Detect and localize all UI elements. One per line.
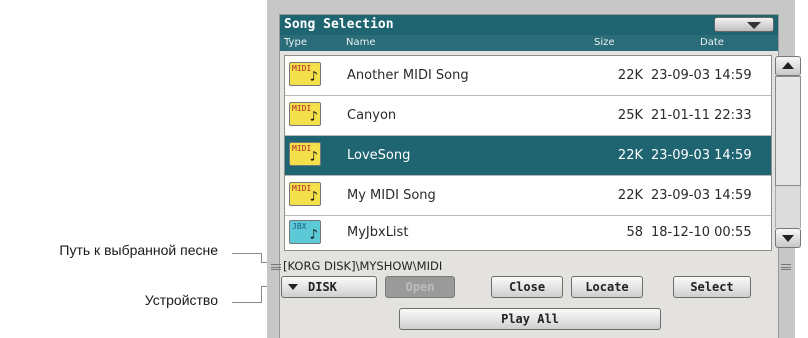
grip-right-icon <box>781 264 791 270</box>
file-date: 23-09-03 14:59 <box>651 68 752 83</box>
file-row[interactable]: MIDI ♪ Canyon 25K 21-01-11 22:33 <box>285 96 771 135</box>
select-button[interactable]: Select <box>673 276 751 298</box>
device-callout-line <box>232 286 262 303</box>
grip-left-icon <box>271 264 281 270</box>
file-name: Another MIDI Song <box>347 68 469 83</box>
file-row[interactable]: MIDI ♪ Another MIDI Song 22K 23-09-03 14:… <box>285 56 771 95</box>
file-size: 58 <box>626 225 643 240</box>
file-size: 22K <box>617 68 643 83</box>
column-size: Size <box>594 37 615 48</box>
midi-file-icon: MIDI ♪ <box>289 102 321 126</box>
file-row[interactable]: JBX ♪ MyJbxList 58 18-12-10 00:55 <box>285 216 771 250</box>
file-list: MIDI ♪ Another MIDI Song 22K 23-09-03 14:… <box>284 55 772 251</box>
arrow-up-icon <box>782 62 794 69</box>
scroll-thumb[interactable] <box>775 76 801 186</box>
close-button[interactable]: Close <box>491 276 563 298</box>
scroll-up-button[interactable] <box>775 56 801 76</box>
file-size: 25K <box>617 108 643 123</box>
file-size: 22K <box>617 188 643 203</box>
arrow-down-icon <box>782 235 794 242</box>
play-all-button[interactable]: Play All <box>399 308 661 330</box>
scroll-track[interactable] <box>775 186 801 228</box>
column-header: Type Name Size Date <box>280 35 778 51</box>
column-date: Date <box>700 37 724 48</box>
device-callout-label: Устройство <box>144 292 218 308</box>
file-date: 21-01-11 22:33 <box>651 108 752 123</box>
midi-file-icon: MIDI ♪ <box>289 142 321 166</box>
scroll-down-button[interactable] <box>775 228 801 248</box>
file-size: 22K <box>617 148 643 163</box>
window-titlebar: Song Selection <box>280 15 778 35</box>
column-type: Type <box>284 37 307 48</box>
file-name: LoveSong <box>347 148 411 163</box>
jukebox-file-icon: JBX ♪ <box>289 220 321 244</box>
path-callout-line <box>232 253 262 263</box>
window-title: Song Selection <box>284 17 394 32</box>
locate-button[interactable]: Locate <box>571 276 643 298</box>
device-select-button[interactable]: DISK <box>281 276 377 298</box>
chevron-down-icon <box>747 22 761 29</box>
path-display: [KORG DISK]\MYSHOW\MIDI <box>283 259 443 273</box>
device-screen: Song Selection Type Name Size Date MIDI ♪… <box>267 0 801 338</box>
file-date: 23-09-03 14:59 <box>651 188 752 203</box>
file-name: Canyon <box>347 108 397 123</box>
midi-file-icon: MIDI ♪ <box>289 62 321 86</box>
column-name: Name <box>346 37 376 48</box>
path-callout-label: Путь к выбранной песне <box>59 242 218 258</box>
file-name: My MIDI Song <box>347 188 436 203</box>
file-date: 23-09-03 14:59 <box>651 148 752 163</box>
open-button[interactable]: Open <box>385 276 455 298</box>
midi-file-icon: MIDI ♪ <box>289 182 321 206</box>
file-row-selected[interactable]: MIDI ♪ LoveSong 22K 23-09-03 14:59 <box>285 136 771 175</box>
file-name: MyJbxList <box>347 225 409 240</box>
page-menu-button[interactable] <box>714 17 774 32</box>
file-date: 18-12-10 00:55 <box>651 225 752 240</box>
chevron-down-icon <box>288 284 298 290</box>
file-row[interactable]: MIDI ♪ My MIDI Song 22K 23-09-03 14:59 <box>285 176 771 215</box>
